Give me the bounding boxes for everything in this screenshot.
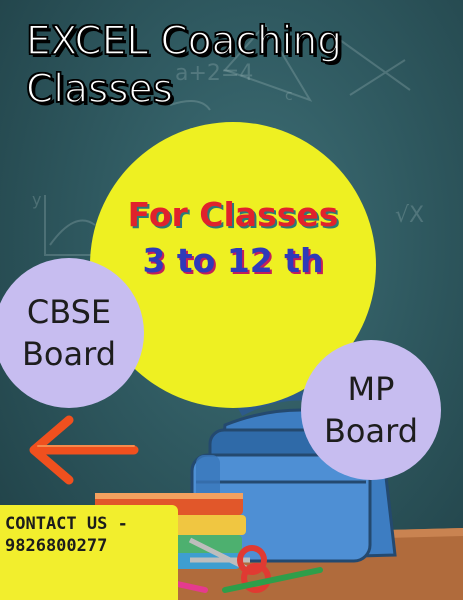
headline-line-1: For Classes	[127, 195, 339, 234]
poster: a+2=4 c y √X EXCEL Coaching Classes For …	[0, 0, 463, 600]
mp-board-bubble: MP Board	[301, 340, 441, 480]
contact-text: CONTACT US - 9826800277	[5, 514, 128, 556]
headline-line-2: 3 to 12 th	[142, 241, 324, 280]
headline: For Classes 3 to 12 th	[90, 192, 376, 284]
cbse-board-bubble: CBSE Board	[0, 258, 144, 408]
left-arrow-icon	[29, 415, 139, 485]
